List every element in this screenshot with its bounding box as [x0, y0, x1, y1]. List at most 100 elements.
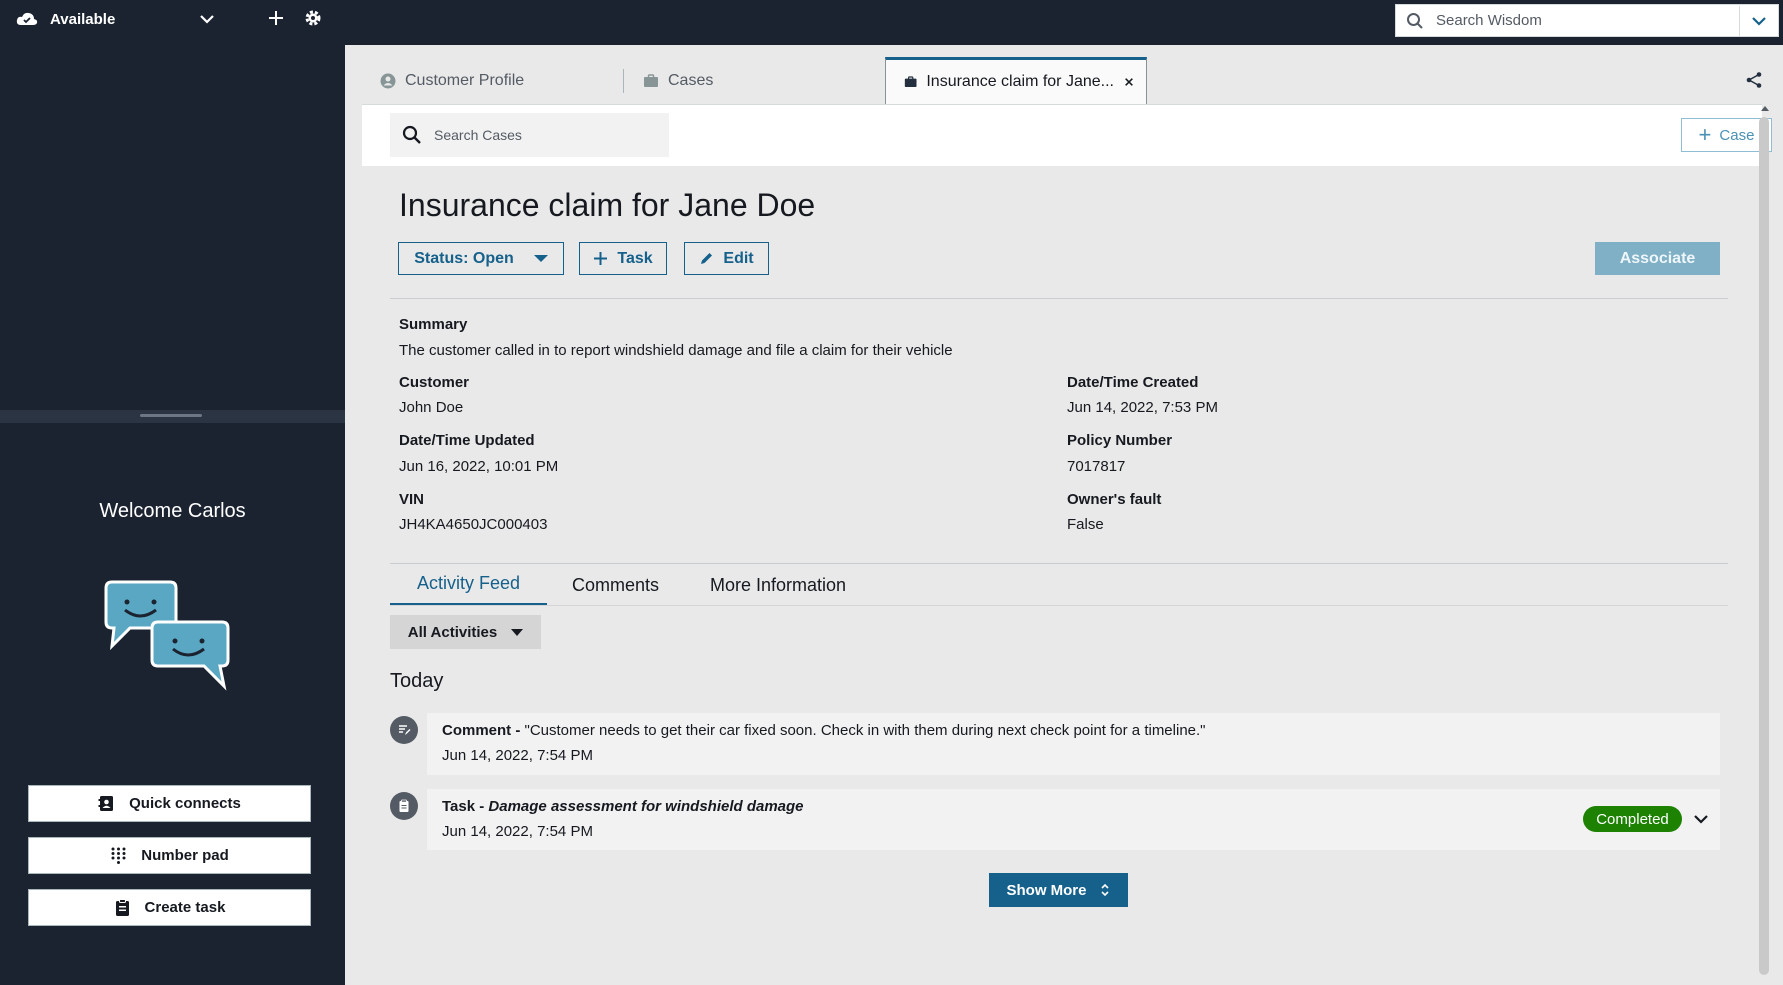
associate-button[interactable]: Associate — [1595, 242, 1720, 275]
task-icon — [390, 792, 418, 820]
status-dropdown-button[interactable]: Status: Open — [398, 242, 564, 275]
briefcase-icon — [904, 76, 917, 88]
welcome-message: Welcome Carlos — [99, 500, 246, 522]
quick-connects-label: Quick connects — [129, 795, 241, 812]
quick-connects-button[interactable]: Quick connects — [28, 785, 311, 822]
chat-bubbles-icon — [104, 580, 230, 691]
divider — [390, 298, 1728, 299]
caret-down-icon — [533, 255, 548, 262]
search-cases-input[interactable]: Search Cases — [434, 127, 522, 143]
associate-label: Associate — [1619, 249, 1696, 267]
date-created-label: Date/Time Created — [1067, 374, 1199, 391]
list-item: Task - Damage assessment for windshield … — [427, 789, 1720, 850]
caret-down-icon — [511, 628, 524, 636]
number-pad-label: Number pad — [141, 847, 229, 864]
cases-toolbar: Search Cases + Case — [362, 104, 1772, 166]
scrollbar-thumb[interactable] — [1759, 117, 1769, 975]
ccp-top-panel — [0, 45, 345, 410]
feed-item-text: "Customer needs to get their car fixed s… — [520, 722, 1206, 739]
show-more-label: Show More — [1006, 881, 1087, 899]
user-icon — [380, 73, 396, 88]
chevron-down-icon[interactable] — [198, 10, 216, 28]
chevron-down-icon — [1752, 16, 1766, 26]
feed-item-type: Comment - — [442, 722, 521, 739]
create-task-label: Create task — [144, 899, 226, 916]
create-task-button[interactable]: Create task — [28, 889, 311, 926]
plus-icon[interactable] — [266, 8, 286, 28]
dialpad-icon — [111, 847, 126, 864]
date-updated-label: Date/Time Updated — [399, 432, 535, 449]
date-updated-value: Jun 16, 2022, 10:01 PM — [399, 458, 559, 475]
status-label: Status: Open — [414, 249, 514, 267]
feed-item-text: Damage assessment for windshield damage — [484, 798, 804, 815]
wisdom-dropdown-button[interactable] — [1740, 6, 1778, 36]
status-badge: Completed — [1583, 806, 1682, 832]
summary-label: Summary — [399, 316, 468, 333]
tab-customer-profile[interactable]: Customer Profile — [380, 57, 524, 104]
vin-value: JH4KA4650JC000403 — [399, 516, 548, 533]
show-more-button[interactable]: Show More — [989, 873, 1128, 907]
tab-more-information[interactable]: More Information — [710, 564, 846, 606]
owners-fault-label: Owner's fault — [1067, 491, 1162, 508]
vin-label: VIN — [399, 491, 425, 508]
tab-cases[interactable]: Cases — [643, 57, 713, 104]
list-item: Comment - "Customer needs to get their c… — [427, 713, 1720, 775]
edit-label: Edit — [723, 249, 754, 267]
feed-item-title: Comment - "Customer needs to get their c… — [442, 722, 1206, 739]
edit-button[interactable]: Edit — [684, 242, 769, 275]
activity-filter-dropdown[interactable]: All Activities — [390, 615, 541, 649]
search-cases-field[interactable]: Search Cases — [390, 113, 669, 157]
clipboard-icon — [115, 899, 129, 916]
policy-number-label: Policy Number — [1067, 432, 1173, 449]
task-label: Task — [617, 249, 653, 267]
drag-grip[interactable] — [140, 414, 202, 417]
plus-icon: + — [1698, 122, 1712, 147]
tab-label: Insurance claim for Jane... — [926, 73, 1114, 90]
add-task-button[interactable]: Task — [579, 242, 667, 275]
tab-label: Cases — [668, 71, 714, 89]
wisdom-search-input[interactable]: Search Wisdom — [1436, 12, 1739, 29]
feed-item-title: Task - Damage assessment for windshield … — [442, 798, 804, 815]
feed-group-heading: Today — [390, 670, 444, 692]
tab-divider — [623, 69, 624, 93]
panel-resize-handle[interactable] — [0, 410, 345, 423]
expand-collapse-icon — [1100, 883, 1109, 897]
share-icon[interactable] — [1745, 71, 1763, 89]
date-created-value: Jun 14, 2022, 7:53 PM — [1067, 399, 1218, 416]
owners-fault-value: False — [1067, 516, 1104, 533]
customer-label: Customer — [399, 374, 470, 391]
search-icon — [1407, 12, 1423, 29]
search-icon — [402, 125, 421, 144]
tab-label: Customer Profile — [405, 71, 525, 89]
plus-icon — [594, 252, 608, 265]
comment-icon — [390, 716, 418, 744]
feed-item-timestamp: Jun 14, 2022, 7:54 PM — [442, 823, 593, 840]
tab-comments[interactable]: Comments — [572, 564, 659, 606]
divider — [390, 605, 1728, 606]
policy-number-value: 7017817 — [1067, 458, 1126, 475]
top-bar: Available Search Wisdom — [0, 0, 1783, 45]
workspace-tabs: Customer Profile Cases Insurance claim f… — [345, 57, 1783, 104]
wisdom-search[interactable]: Search Wisdom — [1395, 4, 1779, 37]
agent-status[interactable]: Available — [16, 0, 115, 38]
scroll-up-arrow-icon[interactable] — [1760, 103, 1770, 113]
close-icon[interactable] — [1124, 76, 1134, 88]
tab-activity-feed[interactable]: Activity Feed — [390, 564, 547, 606]
briefcase-icon — [644, 73, 658, 87]
status-label: Available — [50, 10, 116, 28]
feed-item-timestamp: Jun 14, 2022, 7:54 PM — [442, 747, 593, 764]
summary-text: The customer called in to report windshi… — [399, 342, 953, 359]
contacts-icon — [98, 796, 114, 811]
pencil-icon — [701, 253, 713, 264]
cloud-status-icon — [16, 12, 38, 25]
customer-value: John Doe — [399, 399, 464, 416]
feed-item-type: Task - — [442, 798, 485, 815]
main-content: Customer Profile Cases Insurance claim f… — [345, 45, 1783, 985]
page-title: Insurance claim for Jane Doe — [399, 187, 816, 223]
number-pad-button[interactable]: Number pad — [28, 837, 311, 874]
filter-label: All Activities — [407, 623, 498, 641]
tab-insurance-claim[interactable]: Insurance claim for Jane... — [885, 57, 1147, 104]
gear-icon[interactable] — [303, 8, 323, 28]
new-case-label: Case — [1719, 126, 1755, 144]
chevron-down-icon[interactable] — [1691, 809, 1711, 829]
